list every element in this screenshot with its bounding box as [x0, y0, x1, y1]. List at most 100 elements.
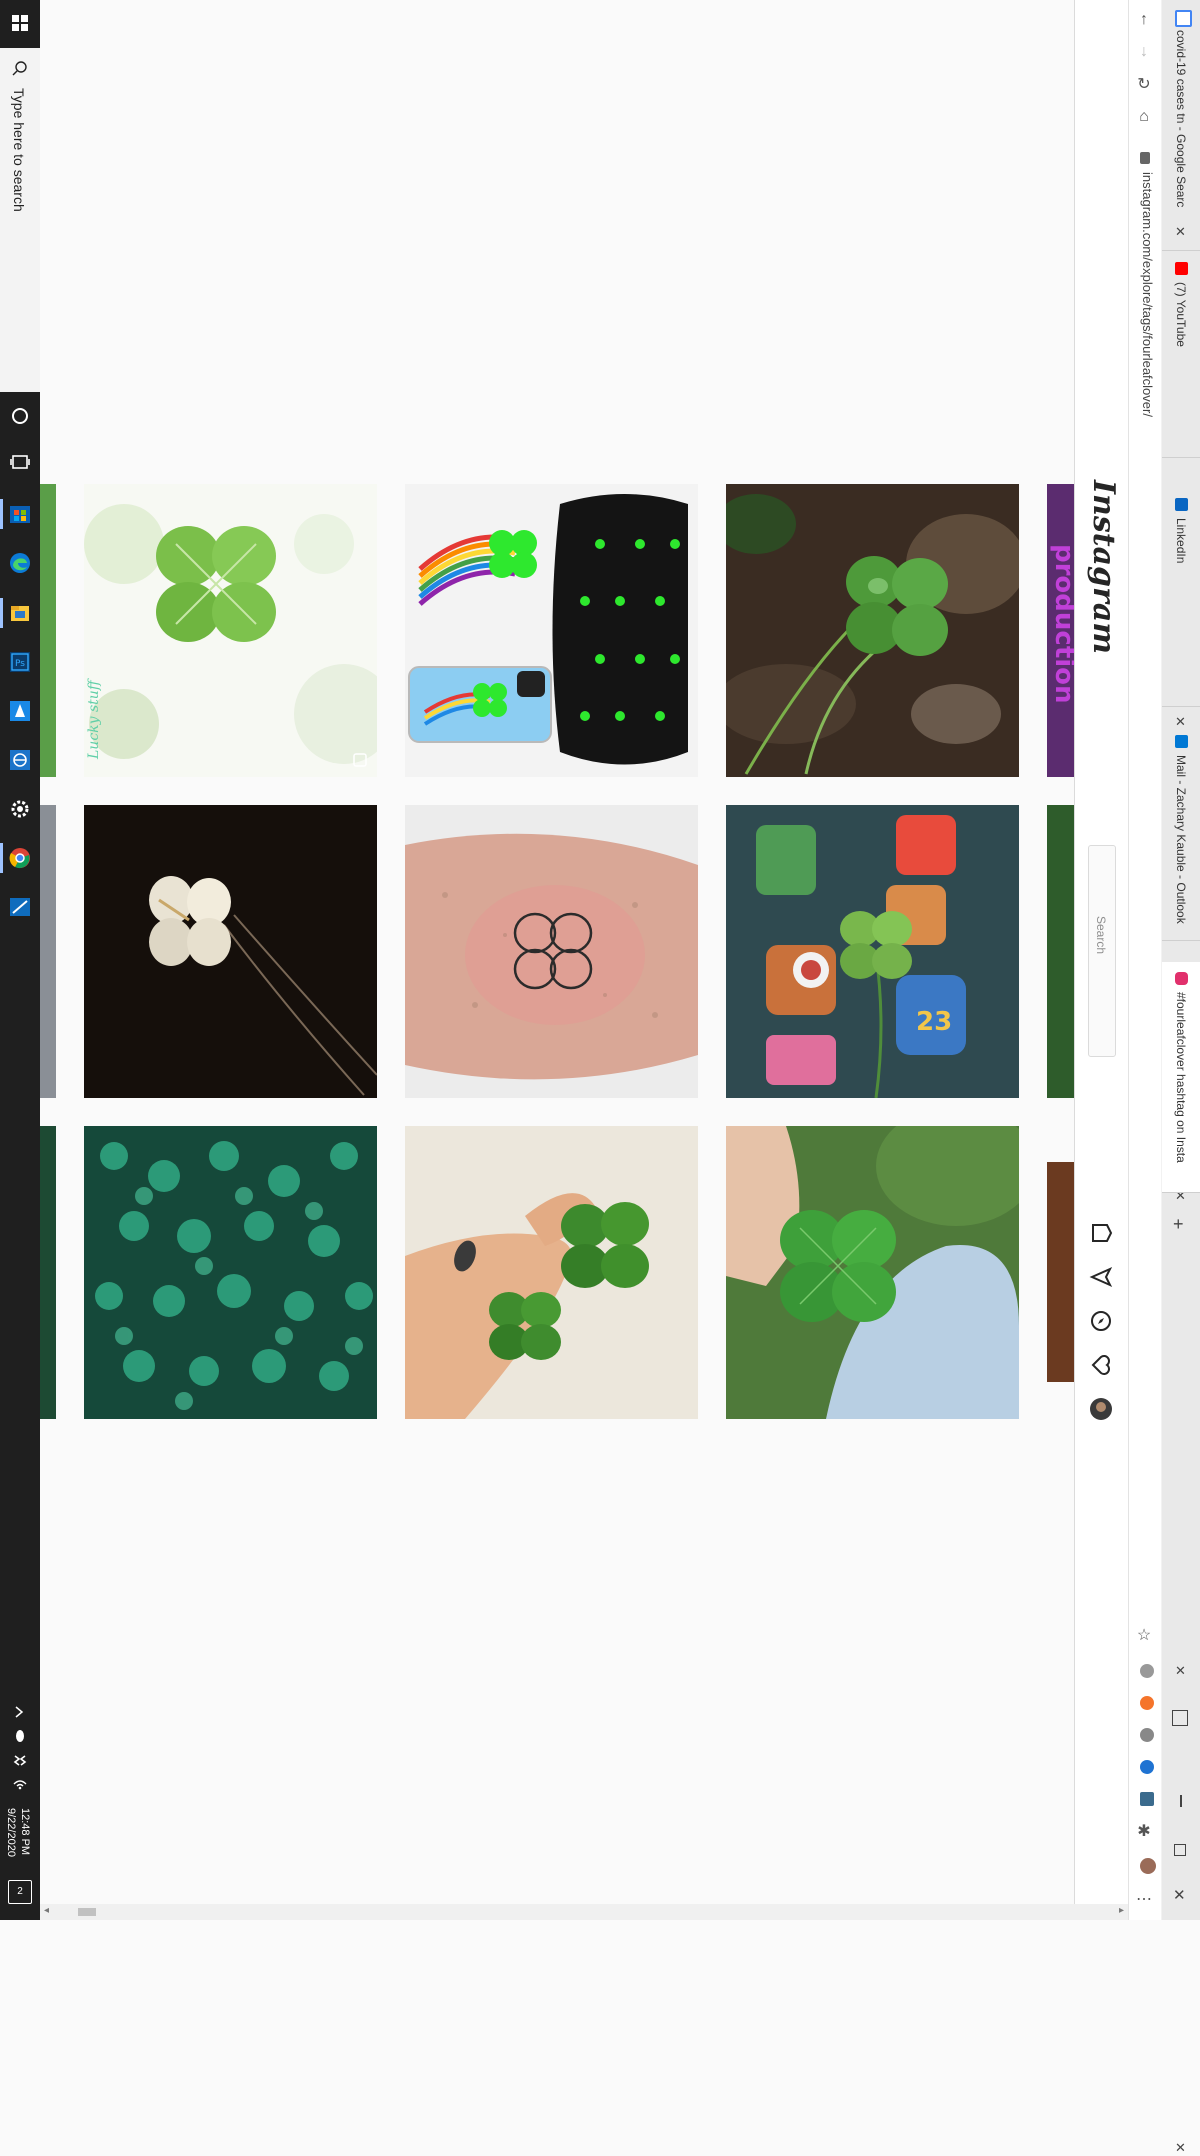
photo-partial-left-2[interactable]	[40, 805, 56, 1098]
start-button[interactable]	[0, 0, 40, 46]
photo-watermark: Lucky stuff	[86, 678, 102, 760]
outlook-icon	[1175, 735, 1188, 748]
taskbar-clock[interactable]: 12:48 PM 9/22/2020	[4, 1808, 32, 1857]
face-mask	[552, 494, 688, 765]
photo-tile[interactable]	[726, 1126, 1019, 1419]
forward-arrow-icon[interactable]: ↓	[1136, 44, 1152, 60]
clover-with-enamel-pins-photo: 23	[726, 805, 1019, 1098]
clock-date: 9/22/2020	[5, 1808, 17, 1857]
profile-avatar[interactable]	[1088, 1396, 1114, 1422]
clover-patch-photo	[84, 1126, 377, 1419]
scroll-right-arrow-icon[interactable]: ▸	[1119, 1905, 1124, 1916]
bookmark-star-icon[interactable]: ☆	[1136, 1628, 1152, 1644]
window-layout-icon[interactable]	[1172, 1710, 1188, 1726]
photo-tile[interactable]	[405, 1126, 698, 1419]
address-bar[interactable]: instagram.com/explore/tags/fourleafclove…	[1140, 172, 1155, 417]
extension-blue-icon[interactable]	[1140, 1760, 1154, 1774]
cortana-icon[interactable]	[8, 404, 32, 428]
extension-google-icon[interactable]	[1140, 1664, 1154, 1678]
photo-partial-left-1[interactable]	[40, 484, 56, 777]
search-icon	[12, 61, 27, 76]
extensions-puzzle-icon[interactable]: ✱	[1136, 1824, 1152, 1840]
network-icon[interactable]	[8, 748, 32, 772]
instagram-logo[interactable]: Instagram	[1086, 480, 1121, 654]
settings-icon[interactable]	[8, 797, 32, 821]
browser-menu-icon[interactable]: ⋯	[1136, 1892, 1152, 1908]
microsoft-store-icon[interactable]	[8, 502, 32, 526]
extension-grey-icon[interactable]	[1140, 1728, 1154, 1742]
windows-taskbar: Type here to search Ps 12:48 PM 9/22/202…	[0, 0, 40, 1920]
chrome-icon[interactable]	[8, 846, 32, 870]
browser-tab[interactable]: covid-19 cases tn - Google Searc ✕	[1162, 0, 1200, 251]
tab-title: LinkedIn	[1174, 518, 1188, 564]
task-view-icon[interactable]	[8, 450, 32, 474]
tab-title: covid-19 cases tn - Google Searc	[1174, 30, 1188, 208]
taskbar-search-box[interactable]: Type here to search	[0, 48, 40, 392]
home-icon[interactable]	[1088, 1220, 1114, 1246]
photo-tile[interactable]: 23	[726, 805, 1019, 1098]
google-icon	[1175, 10, 1192, 27]
edge-banner-text: production	[1049, 544, 1074, 704]
clover-tattoo-photo	[405, 805, 698, 1098]
rainbow-clover-merch-photo	[405, 484, 698, 777]
photo-tile[interactable]	[405, 805, 698, 1098]
horizontal-scrollbar[interactable]: ◂ ▸	[40, 1904, 1128, 1920]
chevron-up-icon[interactable]	[12, 1704, 28, 1720]
browser-tab[interactable]: (7) YouTube ✕	[1162, 252, 1200, 729]
instagram-search-input[interactable]: Search	[1088, 845, 1116, 1057]
restore-icon[interactable]	[1174, 1844, 1186, 1856]
scroll-left-arrow-icon[interactable]: ◂	[44, 1905, 49, 1916]
browser-profile-avatar[interactable]	[1140, 1858, 1156, 1874]
remote-desktop-icon[interactable]	[8, 895, 32, 919]
pin-number: 23	[916, 1007, 952, 1037]
lock-icon	[1140, 152, 1150, 164]
scrollbar-thumb[interactable]	[78, 1908, 96, 1916]
new-tab-button[interactable]: +	[1173, 1214, 1184, 1235]
close-tab-icon[interactable]: ✕	[1175, 2140, 1186, 2156]
photoshop-icon[interactable]: Ps	[8, 650, 32, 674]
instagram-icon	[1175, 972, 1188, 985]
clover-held-over-jeans-photo	[726, 1126, 1019, 1419]
photo-partial-right-2[interactable]	[1047, 805, 1074, 1098]
minimize-icon[interactable]	[1180, 1795, 1182, 1807]
tab-title: (7) YouTube	[1174, 282, 1188, 347]
browser-tab[interactable]: LinkedIn ✕	[1162, 488, 1200, 1203]
photo-tile[interactable]: Lucky stuff	[84, 484, 377, 777]
close-tab-icon[interactable]: ✕	[1175, 224, 1186, 240]
extension-photo-icon[interactable]	[1140, 1792, 1154, 1806]
photo-tile[interactable]	[84, 1126, 377, 1419]
photo-partial-right-3[interactable]	[1047, 1162, 1074, 1382]
active-indicator	[0, 499, 3, 529]
edge-icon[interactable]	[8, 551, 32, 575]
onedrive-icon[interactable]	[12, 1728, 28, 1744]
close-tab-icon[interactable]: ✕	[1175, 1663, 1186, 1679]
home-button-icon[interactable]: ⌂	[1136, 109, 1152, 125]
photo-tile[interactable]	[726, 484, 1019, 777]
close-window-icon[interactable]: ✕	[1173, 1886, 1186, 1904]
activity-heart-icon[interactable]	[1088, 1352, 1114, 1378]
photo-tile[interactable]	[84, 805, 377, 1098]
svg-text:Ps: Ps	[15, 659, 25, 669]
photo-partial-right-1[interactable]: production	[1047, 484, 1074, 777]
extension-orange-icon[interactable]	[1140, 1696, 1154, 1710]
photo-tile[interactable]	[405, 484, 698, 777]
explore-icon[interactable]	[1088, 1308, 1114, 1334]
windows-icon	[12, 15, 28, 31]
notification-center-button[interactable]: 2	[8, 1880, 32, 1904]
active-indicator	[0, 843, 3, 873]
azure-icon[interactable]	[8, 699, 32, 723]
linkedin-icon	[1175, 498, 1188, 511]
tab-strip: covid-19 cases tn - Google Searc ✕ (7) Y…	[1162, 0, 1200, 2155]
reload-icon[interactable]: ↻	[1136, 77, 1152, 93]
browser-tab-active[interactable]: #fourleafclover hashtag on Insta ✕	[1162, 962, 1200, 2155]
photo-partial-left-3[interactable]	[40, 1126, 56, 1419]
wifi-icon[interactable]	[12, 1776, 28, 1792]
youtube-icon	[1175, 262, 1188, 275]
taskbar-search-placeholder: Type here to search	[11, 88, 27, 212]
file-explorer-icon[interactable]	[8, 601, 32, 625]
two-clovers-in-hand-photo	[405, 1126, 698, 1419]
dropbox-icon[interactable]	[12, 1752, 28, 1768]
direct-messages-icon[interactable]	[1088, 1264, 1114, 1290]
back-arrow-icon[interactable]: ↑	[1136, 12, 1152, 28]
browser-tab[interactable]: Mail - Zachary Kauble - Outlook ✕	[1162, 725, 1200, 1678]
